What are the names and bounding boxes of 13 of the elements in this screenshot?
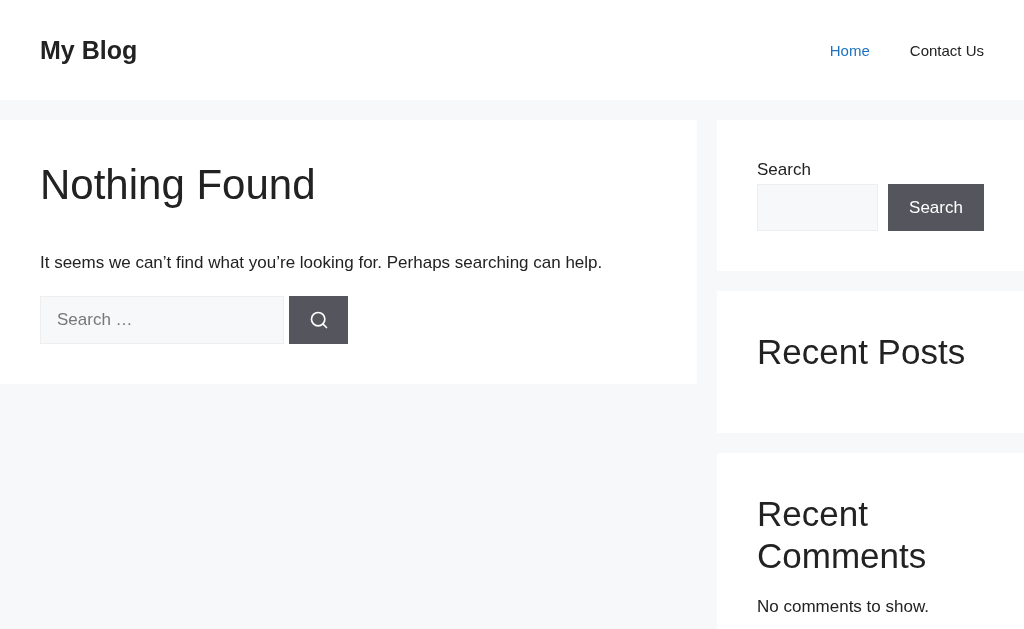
widget-text: No comments to show. xyxy=(757,597,930,617)
nav-link[interactable]: Home xyxy=(829,41,870,59)
site-title: My Blog xyxy=(40,35,138,65)
search-button[interactable] xyxy=(289,295,348,344)
search-icon xyxy=(308,309,329,330)
widget-title: Recent Comments xyxy=(757,493,928,577)
search-label: Search xyxy=(757,160,812,180)
page-title: Nothing Found xyxy=(40,160,317,210)
nav-link[interactable]: Contact Us xyxy=(909,41,984,59)
widget-title: Recent Posts xyxy=(757,331,967,373)
message-text: It seems we can’t find what you’re looking for. Perhaps searching can help. xyxy=(40,252,604,275)
search-button[interactable]: Search xyxy=(888,184,984,231)
search-field[interactable]: Search … xyxy=(40,295,284,344)
